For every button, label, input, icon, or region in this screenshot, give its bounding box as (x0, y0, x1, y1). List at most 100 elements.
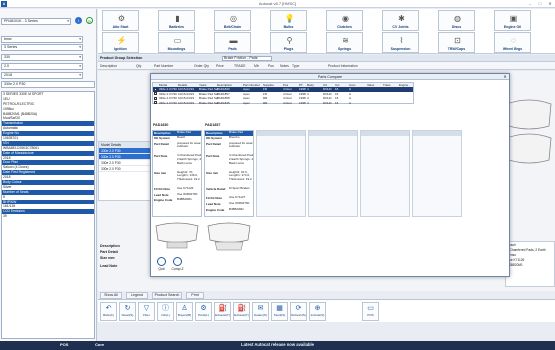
category-mountings-button[interactable]: ▭ Mountings (158, 32, 195, 53)
category-suspension-button[interactable]: ⌇ Suspension (382, 32, 419, 53)
toolbar-pos-button[interactable]: ▭ POS (362, 302, 379, 321)
card-field-value: M Sport Brakes (229, 186, 250, 191)
card-field: Engine Code B48B20M1 (153, 198, 201, 204)
card-field-key: Part Detail (154, 141, 169, 146)
tab-print[interactable]: Print (186, 292, 204, 299)
engine-combo[interactable]: 2.0 ▾ (1, 63, 83, 70)
tab-show-all[interactable]: Show All (100, 292, 122, 299)
column-header[interactable]: Description (100, 63, 117, 69)
category-plugs-button[interactable]: ⚲ Plugs (270, 32, 307, 53)
column-header[interactable]: Pos (268, 63, 274, 69)
card-field-key: Part Note (206, 154, 220, 159)
make-combo[interactable]: bmw ▾ (1, 36, 83, 43)
product-group-value[interactable]: Brake Friction - Pads (222, 56, 272, 61)
compare-cell: 330e 2.0 P30 (159, 100, 177, 105)
category-belt-chain-button[interactable]: ◎ Belt/Chain (214, 10, 251, 31)
row-checkbox[interactable] (154, 101, 157, 105)
card-field: Size mm Height1: 70, Length1: 146.0, Thic… (153, 170, 201, 187)
part-number-title: PAD1830 (153, 123, 169, 127)
card-field-value: Brembo (229, 135, 240, 139)
column-header[interactable]: Qty (136, 63, 141, 69)
compare-row[interactable]: 330e 2.0 P30 10/15-04/19 Brake Pad Set PAD1… (153, 101, 413, 105)
category-icon: ⚙ (117, 14, 126, 23)
tab-legend[interactable]: Legend (126, 292, 148, 299)
quit-button[interactable]: Quit (154, 256, 169, 274)
category-icon: ◉ (342, 14, 349, 23)
tab-product-search[interactable]: Product Search (152, 292, 182, 299)
brake-pad-image (506, 99, 552, 164)
compare-cell: Brake Pad Set (199, 100, 219, 105)
column-header[interactable]: Product Information (328, 63, 358, 69)
toolbar-reset-s--button[interactable]: ↻ Reset(S) (119, 302, 136, 321)
row-checkbox[interactable] (154, 87, 157, 91)
toolbar-include-s--button[interactable]: ⊕ Include(S) (309, 302, 326, 321)
category-engine-oil-button[interactable]: ▣ Engine Oil (494, 10, 531, 31)
toolbar-exhaust-t--button[interactable]: ⛽ Exhaust(T) (233, 302, 250, 321)
toolbar-exhaust-t--button[interactable]: ⛽ Exhaust(T) (214, 302, 231, 321)
empty-compare-slot (412, 130, 462, 217)
category-discs-button[interactable]: ◍ Discs (438, 10, 475, 31)
category-label: Bulbs (283, 25, 294, 29)
card-field-key: Lead Note (206, 202, 221, 206)
info-icon[interactable]: i (75, 17, 82, 24)
dialog-close-icon[interactable]: ✕ (502, 74, 508, 80)
compare-cell: Apec (243, 100, 250, 105)
category-alto-start-button[interactable]: ⚙ Alto Start (102, 10, 139, 31)
column-header[interactable]: Type (292, 63, 299, 69)
compare-button[interactable]: Comp.Z (170, 256, 185, 274)
toolbar-back-c--button[interactable]: ↶ Back(C) (100, 302, 117, 321)
column-header[interactable]: Notes (280, 63, 289, 69)
vehicle-panel: PR48101K - 3 Series ▾ i ⟳ bmw ▾ 3 Series ▾ … (0, 9, 97, 341)
column-header[interactable]: Part Number (154, 63, 173, 69)
row-checkbox[interactable] (154, 96, 157, 100)
column-header[interactable]: Mfr (254, 63, 259, 69)
maximize-button[interactable]: □ (535, 0, 545, 7)
refresh-icon[interactable]: ⟳ (86, 17, 93, 24)
category-wheel-brgs-button[interactable]: ◌ Wheel Brgs (494, 32, 531, 53)
vehicle-search-line[interactable]: 330e 2.0 P30 (1, 81, 95, 88)
toolbar-parts-l--button[interactable]: ⚙ Parts(L) (195, 302, 212, 321)
category-ignition-button[interactable]: ⚡ Ignition (102, 32, 139, 53)
toolbar-info-l--button[interactable]: ⓘ Info(L) (157, 302, 174, 321)
category-icon: ⌇ (399, 36, 404, 45)
category-clutches-button[interactable]: ◉ Clutches (326, 10, 363, 31)
category-label: TRW/Caps (447, 47, 466, 51)
category-trw-caps-button[interactable]: ⊡ TRW/Caps (438, 32, 475, 53)
category-springs-button[interactable]: ≋ Springs (326, 32, 363, 53)
toolbar-icon: ↻ (124, 305, 131, 312)
column-header[interactable]: Order Qty (194, 63, 209, 69)
model-row[interactable]: 330e 2.0 P30 (99, 166, 152, 172)
compare-cell: 4 Door (283, 100, 293, 105)
compare-table: Model Details Years Description Part Number S… (152, 82, 414, 105)
category-bulbs-button[interactable]: 💡 Bulbs (270, 10, 307, 31)
toolbar-icon: ▽ (143, 305, 150, 312)
toolbar-buyers-b--button[interactable]: ♙ Buyers(B) (176, 302, 193, 321)
toolbar-filter-button[interactable]: ▽ Filter (138, 302, 155, 321)
category-label: Alto Start (112, 25, 129, 29)
vehicle-selector[interactable]: PR48101K - 3 Series ▾ (1, 18, 71, 25)
column-header[interactable]: TRADE (234, 63, 246, 69)
toolbar-refresh-s--button[interactable]: ⟳ Refresh(S) (290, 302, 307, 321)
card-field-key: Fit Kit Note (206, 196, 222, 201)
info-line: B48B20M1 (507, 263, 523, 267)
card-field-key: Engine Code (206, 207, 225, 212)
card-field-key: Part Detail (206, 141, 221, 146)
row-checkbox[interactable] (154, 92, 157, 96)
column-header[interactable]: Price (216, 63, 224, 69)
pad-image-pad1857 (207, 222, 251, 251)
close-window-button[interactable]: ✕ (545, 0, 555, 7)
category-label: Ignition (114, 47, 127, 51)
variant-combo[interactable]: 330 ▾ (1, 54, 83, 61)
toolbar-dealer-s--button[interactable]: ✉ Dealer(S) (252, 302, 269, 321)
model-combo[interactable]: 3 Series ▾ (1, 44, 83, 51)
category-label: Plugs (283, 47, 294, 51)
status-message[interactable]: Latest Autocat release now available (0, 342, 555, 347)
year-combo[interactable]: 2018 ▾ (1, 72, 83, 79)
toolbar-stock-s--button[interactable]: ▦ Stock(S) (271, 302, 288, 321)
category-pads-button[interactable]: ▬ Pads (214, 32, 251, 53)
compare-cell: 10/15-04/19 (178, 100, 195, 105)
minimize-button[interactable]: – (525, 0, 535, 7)
category-cv-joints-button[interactable]: ✱ CV Joints (382, 10, 419, 31)
model-details-table: Model Details 330e 2.0 P30 330e 2.0 P30 … (98, 141, 153, 201)
category-batteries-button[interactable]: ▮ Batteries (158, 10, 195, 31)
